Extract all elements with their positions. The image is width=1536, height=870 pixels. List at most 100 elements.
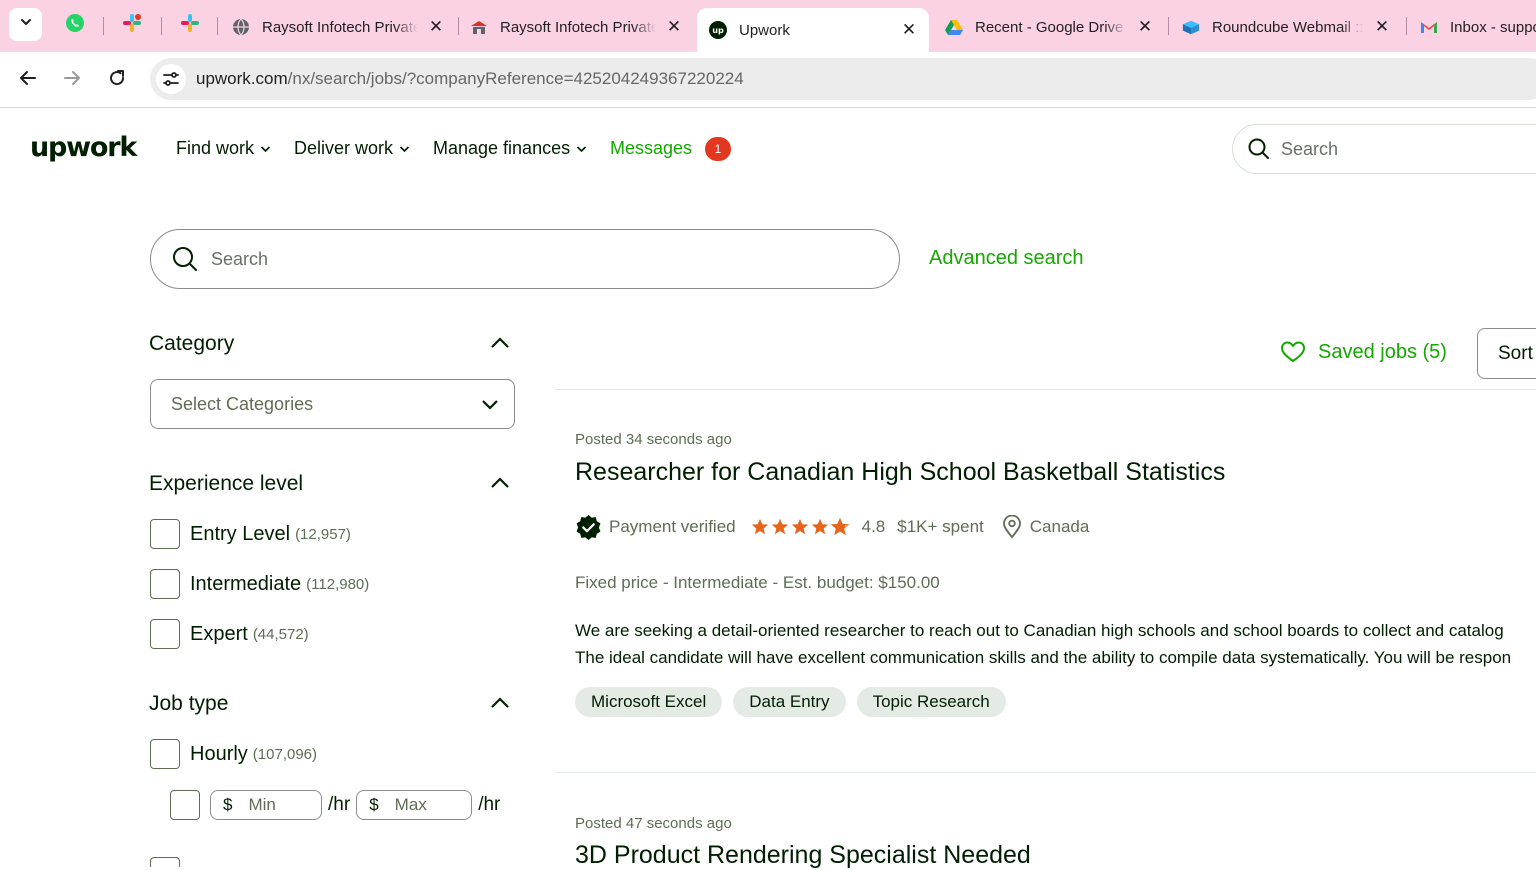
address-bar[interactable]: upwork.com/nx/search/jobs/?companyRefere… [150, 58, 1536, 100]
tab-raysoft-1[interactable]: Raysoft Infotech Private Limited ✕ [220, 8, 456, 46]
close-icon[interactable]: ✕ [901, 20, 917, 39]
tab-upwork[interactable]: up Upwork ✕ [697, 8, 929, 52]
messages-count-badge: 1 [705, 137, 731, 161]
category-collapse-button[interactable] [488, 333, 512, 357]
hourly-rate-range: $ Min /hr $ Max /hr [170, 789, 506, 821]
back-button[interactable] [12, 64, 44, 96]
job-posted-time: Posted 34 seconds ago [575, 431, 732, 448]
experience-option-expert[interactable]: Expert (44,572) [150, 618, 309, 650]
option-count: (112,980) [306, 575, 370, 593]
max-rate-field[interactable]: $ Max [356, 790, 473, 820]
close-icon[interactable]: ✕ [1374, 17, 1390, 36]
job-search-input[interactable] [211, 248, 794, 270]
job-type-option-hourly[interactable]: Hourly (107,096) [150, 738, 317, 770]
checkbox[interactable] [150, 519, 180, 549]
job-title-link[interactable]: 3D Product Rendering Specialist Needed [575, 841, 1031, 870]
job-title-link[interactable]: Researcher for Canadian High School Bask… [575, 458, 1225, 487]
tab-google-drive[interactable]: Recent - Google Drive ✕ [933, 8, 1165, 46]
category-select[interactable]: Select Categories [150, 379, 515, 429]
experience-collapse-button[interactable] [488, 473, 512, 497]
reload-icon [107, 68, 127, 93]
option-label: Entry Level [190, 522, 291, 545]
checkbox[interactable] [150, 857, 180, 867]
arrow-left-icon [18, 68, 38, 93]
tab-title: Recent - Google Drive [975, 18, 1124, 36]
pinned-tab-slack-2[interactable] [165, 8, 215, 42]
browser-toolbar: upwork.com/nx/search/jobs/?companyRefere… [0, 52, 1536, 108]
job-type-budget: Fixed price - Intermediate - Est. budget… [575, 573, 940, 592]
search-icon [171, 245, 199, 273]
option-label: Expert [190, 622, 248, 645]
url-host: upwork.com [196, 69, 288, 88]
checkbox[interactable] [150, 619, 180, 649]
tab-title: Roundcube Webmail :: Inbox [1212, 18, 1364, 36]
job-description-line: We are seeking a detail-oriented researc… [575, 621, 1504, 640]
header-search[interactable] [1232, 124, 1536, 174]
nav-find-work[interactable]: Find work [176, 138, 271, 159]
checkbox[interactable] [150, 739, 180, 769]
chevron-down-icon [576, 145, 587, 153]
tab-gmail[interactable]: Inbox - support [1408, 8, 1536, 46]
job-search[interactable] [150, 229, 900, 289]
skill-tag[interactable]: Microsoft Excel [575, 687, 723, 717]
pinned-tab-whatsapp[interactable] [50, 8, 100, 42]
nav-label: Find work [176, 138, 255, 158]
roundcube-icon [1182, 18, 1200, 36]
site-settings-icon[interactable] [156, 64, 186, 94]
star-icon [791, 518, 808, 535]
sort-button[interactable]: Sort [1477, 328, 1536, 379]
skill-tag[interactable]: Topic Research [856, 687, 1006, 717]
job-client-info: Payment verified 4.8 $1K+ spent Canada [575, 513, 1089, 541]
slack-icon [122, 13, 142, 38]
option-count: (107,096) [252, 745, 318, 763]
min-rate-field[interactable]: $ Min [210, 790, 322, 820]
skill-tag[interactable]: Data Entry [733, 687, 846, 717]
close-icon[interactable]: ✕ [1137, 17, 1153, 36]
filter-category-heading: Category [149, 332, 235, 355]
saved-jobs-label: Saved jobs (5) [1318, 340, 1447, 363]
tab-roundcube[interactable]: Roundcube Webmail :: Inbox ✕ [1170, 8, 1402, 46]
tab-title: Raysoft Infotech Private Limited [262, 18, 418, 36]
nav-manage-finances[interactable]: Manage finances [433, 138, 587, 159]
checkbox[interactable] [150, 569, 180, 599]
url-path: /nx/search/jobs/?companyReference=425204… [287, 69, 744, 88]
pinned-tab-slack-1[interactable] [107, 8, 157, 42]
forward-button[interactable] [56, 64, 88, 96]
category-select-value: Select Categories [171, 393, 314, 414]
tab-raysoft-2[interactable]: Raysoft Infotech Private Limited ✕ [458, 8, 694, 46]
url-text: upwork.com/nx/search/jobs/?companyRefere… [196, 69, 744, 89]
max-rate-placeholder: Max [394, 795, 427, 814]
client-location: Canada [1029, 517, 1090, 536]
search-icon [1247, 137, 1271, 161]
upwork-icon: up [709, 21, 727, 39]
hourly-rate-checkbox[interactable] [170, 790, 200, 820]
tab-search-button[interactable] [9, 8, 42, 41]
nav-deliver-work[interactable]: Deliver work [294, 138, 410, 159]
payment-status: Payment verified [609, 517, 736, 536]
upwork-logo[interactable]: upwork [30, 132, 137, 163]
job-type-collapse-button[interactable] [488, 693, 512, 717]
svg-text:up: up [712, 25, 724, 35]
per-hour-label: /hr [328, 794, 351, 815]
chevron-up-icon [490, 336, 510, 354]
nav-messages[interactable]: Messages [610, 138, 692, 159]
whatsapp-icon [65, 13, 85, 38]
divider [555, 772, 1536, 773]
arrow-right-icon [62, 68, 82, 93]
client-spent: $1K+ spent [897, 517, 984, 536]
tab-title: Upwork [739, 21, 790, 39]
experience-option-intermediate[interactable]: Intermediate (112,980) [150, 568, 369, 600]
per-hour-label: /hr [478, 794, 501, 815]
reload-button[interactable] [101, 64, 133, 96]
saved-jobs-link[interactable]: Saved jobs (5) [1280, 340, 1447, 364]
nav-label: Manage finances [433, 138, 571, 158]
experience-option-entry[interactable]: Entry Level (12,957) [150, 518, 351, 550]
job-skill-tags: Microsoft Excel Data Entry Topic Researc… [575, 687, 1017, 717]
advanced-search-link[interactable]: Advanced search [929, 247, 1084, 270]
header-search-input[interactable] [1281, 138, 1533, 160]
close-icon[interactable]: ✕ [666, 17, 682, 36]
close-icon[interactable]: ✕ [428, 17, 444, 36]
rating-stars [751, 518, 851, 536]
chevron-up-icon [490, 476, 510, 494]
heart-icon [1280, 340, 1306, 364]
